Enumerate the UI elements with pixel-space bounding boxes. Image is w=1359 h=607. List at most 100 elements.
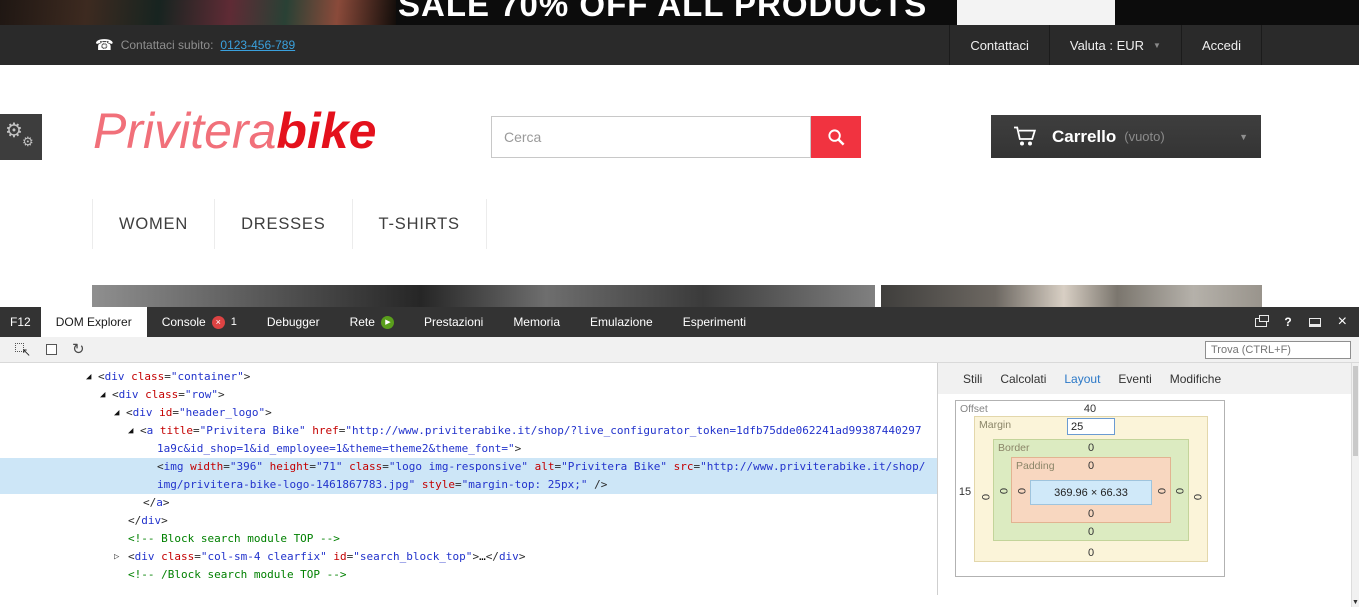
padding-bottom-value[interactable]: 0 (1012, 508, 1170, 520)
gear-icon: ⚙ (22, 134, 34, 149)
border-bottom-value[interactable]: 0 (994, 526, 1188, 538)
dom-tree-line[interactable]: <!-- Block search module TOP --> (0, 530, 937, 548)
shop-logo[interactable]: Priviterabike (93, 103, 376, 172)
tab-stili[interactable]: Stili (963, 372, 982, 386)
margin-right-value[interactable]: 0 (1191, 491, 1203, 503)
margin-left-value[interactable]: 0 (979, 491, 991, 503)
banner-photo (0, 0, 396, 25)
tab-eventi[interactable]: Eventi (1118, 372, 1151, 386)
logo-text-2: bike (276, 103, 377, 159)
banner-button[interactable] (957, 0, 1115, 25)
dom-node-text: <!-- /Block search module TOP --> (128, 568, 347, 581)
cart-icon (1013, 126, 1038, 147)
scroll-down-icon[interactable]: ▼ (1352, 599, 1359, 606)
expand-arrow-icon[interactable]: ◢ (100, 386, 105, 404)
tab-rete[interactable]: Rete ▶ (335, 307, 409, 337)
error-count: 1 (230, 316, 237, 328)
nav-label: DRESSES (241, 214, 326, 233)
dom-node-text: <div id="header_logo"> (126, 406, 272, 419)
play-badge-icon: ▶ (380, 315, 394, 329)
topbar-link-accedi[interactable]: Accedi (1180, 25, 1262, 65)
topbar-link-contattaci[interactable]: Contattaci (949, 25, 1049, 65)
dom-node-text: <img width="396" height="71" class="logo… (157, 460, 926, 473)
tab-label: DOM Explorer (55, 315, 132, 329)
tab-memoria[interactable]: Memoria (498, 307, 575, 337)
scrollbar-thumb[interactable] (1353, 366, 1358, 456)
nav-item-tshirts[interactable]: T-SHIRTS (353, 199, 487, 249)
close-icon[interactable]: × (1338, 314, 1347, 330)
dom-tree-line[interactable]: <img width="396" height="71" class="logo… (0, 458, 937, 476)
dom-tree-line[interactable]: ▷ <div class="col-sm-4 clearfix" id="sear… (0, 548, 937, 566)
devtools-sidebar: Stili Calcolati Layout Eventi Modifiche … (938, 363, 1352, 595)
topbar-menu: Contattaci Valuta : EUR ▼ Accedi (949, 25, 1262, 65)
vertical-scrollbar[interactable]: ▼ (1351, 363, 1359, 607)
search-icon (827, 128, 846, 147)
tab-dom-explorer[interactable]: DOM Explorer (40, 307, 147, 337)
tab-label: Esperimenti (682, 315, 747, 329)
offset-top-value[interactable]: 40 (956, 403, 1224, 415)
popout-icon[interactable] (1255, 314, 1270, 327)
hero-image-left[interactable] (92, 285, 875, 307)
padding-right-value[interactable]: 0 (1155, 485, 1167, 497)
highlight-elements-icon[interactable] (46, 344, 57, 355)
box-model-border: Border 0 0 0 0 Padding 0 0 0 0 369.96 × … (993, 439, 1189, 541)
dom-tree-line[interactable]: img/privitera-bike-logo-1461867783.jpg" … (0, 476, 937, 494)
offset-left-value[interactable]: 15 (958, 486, 972, 498)
topbar-link-label: Contattaci (970, 37, 1029, 53)
box-model-margin: Margin 0 0 0 Border 0 0 0 0 Padding (974, 416, 1208, 562)
border-right-value[interactable]: 0 (1173, 485, 1185, 497)
select-element-icon[interactable]: ↖ (15, 342, 31, 359)
sale-banner-text: SALE 70% OFF ALL PRODUCTS (398, 0, 928, 23)
phone-icon: ☎ (95, 37, 114, 54)
border-left-value[interactable]: 0 (997, 485, 1009, 497)
phone-number-link[interactable]: 0123-456-789 (220, 38, 295, 52)
margin-label: Margin (979, 419, 1012, 431)
help-icon[interactable]: ? (1284, 315, 1291, 329)
collapse-arrow-icon[interactable]: ▷ (114, 548, 119, 566)
dom-tree-line[interactable]: <!-- /Block search module TOP --> (0, 566, 937, 584)
topbar: ☎ Contattaci subito: 0123-456-789 Contat… (0, 25, 1359, 65)
padding-left-value[interactable]: 0 (1015, 485, 1027, 497)
tab-prestazioni[interactable]: Prestazioni (409, 307, 498, 337)
tab-emulazione[interactable]: Emulazione (575, 307, 668, 337)
expand-arrow-icon[interactable]: ◢ (114, 404, 119, 422)
dom-tree-line[interactable]: ◢ <div id="header_logo"> (0, 404, 937, 422)
cart-button[interactable]: Carrello (vuoto) ▼ (991, 115, 1261, 158)
tab-console[interactable]: Console × 1 (147, 307, 252, 337)
margin-top-input[interactable] (1067, 418, 1115, 435)
tab-label: Memoria (513, 315, 560, 329)
expand-arrow-icon[interactable]: ◢ (128, 422, 133, 440)
dom-tree-line[interactable]: 1a9c&id_shop=1&id_employee=1&theme=theme… (0, 440, 937, 458)
nav-item-dresses[interactable]: DRESSES (215, 199, 353, 249)
search-button[interactable] (811, 116, 861, 158)
tab-layout[interactable]: Layout (1064, 372, 1100, 386)
f12-menu-button[interactable]: F12 (0, 307, 41, 337)
screen: SALE 70% OFF ALL PRODUCTS ☎ Contattaci s… (0, 0, 1359, 607)
margin-bottom-value[interactable]: 0 (975, 547, 1207, 559)
border-top-value[interactable]: 0 (994, 442, 1188, 454)
currency-dropdown[interactable]: Valuta : EUR ▼ (1048, 25, 1181, 65)
tab-esperimenti[interactable]: Esperimenti (668, 307, 761, 337)
tab-calcolati[interactable]: Calcolati (1000, 372, 1046, 386)
sale-banner: SALE 70% OFF ALL PRODUCTS (0, 0, 1359, 25)
live-configurator-toggle[interactable]: ⚙ ⚙ (0, 114, 42, 160)
expand-arrow-icon[interactable]: ◢ (86, 368, 91, 386)
dom-node-text: <!-- Block search module TOP --> (128, 532, 340, 545)
dom-tree-line[interactable]: ◢ <a title="Privitera Bike" href="http://… (0, 422, 937, 440)
search-input[interactable] (492, 117, 810, 157)
dock-icon[interactable] (1308, 317, 1321, 327)
nav-item-women[interactable]: WOMEN (92, 199, 216, 249)
cart-count: (vuoto) (1124, 129, 1165, 144)
tab-modifiche[interactable]: Modifiche (1170, 372, 1221, 386)
tab-debugger[interactable]: Debugger (252, 307, 335, 337)
nav-label: T-SHIRTS (378, 214, 460, 233)
dom-tree-line[interactable]: </div> (0, 512, 937, 530)
dom-tree-line[interactable]: </a> (0, 494, 937, 512)
find-input[interactable] (1205, 340, 1351, 359)
dom-tree-line[interactable]: ◢ <div class="container"> (0, 368, 937, 386)
refresh-icon[interactable]: ↻ (72, 342, 85, 357)
tab-label: Rete (349, 315, 375, 329)
hero-image-right[interactable] (881, 285, 1262, 307)
dom-tree-line[interactable]: ◢ <div class="row"> (0, 386, 937, 404)
padding-top-value[interactable]: 0 (1012, 460, 1170, 472)
